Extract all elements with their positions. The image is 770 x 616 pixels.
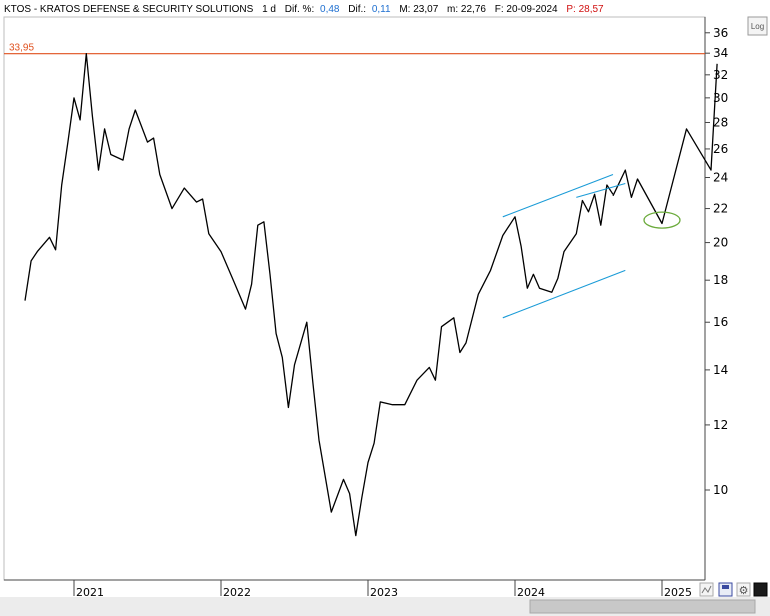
save-icon-glyph [722, 585, 729, 589]
y-tick-label: 18 [713, 273, 728, 287]
y-tick-label: 14 [713, 363, 728, 377]
y-tick-label: 16 [713, 315, 728, 329]
dif-label: Dif.: [348, 4, 366, 15]
y-tick-label: 32 [713, 68, 728, 82]
dif-pct-label: Dif. %: [285, 4, 314, 15]
log-button-label: Log [751, 22, 764, 31]
y-tick-label: 26 [713, 142, 728, 156]
y-tick-label: 22 [713, 202, 728, 216]
save-icon-frame[interactable] [718, 582, 733, 597]
y-tick-label: 20 [713, 236, 728, 250]
y-tick-label: 12 [713, 418, 728, 432]
close-icon-frame[interactable] [753, 582, 768, 597]
max-value: M: 23,07 [399, 4, 438, 15]
period: 1 d [262, 4, 276, 15]
resistance-label: 33,95 [9, 43, 34, 54]
scrollbar-thumb[interactable] [529, 599, 756, 614]
dif-value: 0,11 [372, 4, 391, 15]
price-value: P: 28,57 [566, 4, 604, 15]
symbol-name: KTOS - KRATOS DEFENSE & SECURITY SOLUTIO… [4, 4, 254, 15]
y-tick-label: 28 [713, 115, 728, 129]
chart-type-icon[interactable] [699, 582, 714, 597]
y-tick-label: 10 [713, 483, 728, 497]
y-axis: 3634323028262422201816141210 [705, 26, 728, 497]
y-tick-label: 36 [713, 26, 728, 40]
log-scale-button[interactable]: Log [747, 16, 768, 36]
settings-icon-glyph: ⚙ [739, 585, 749, 597]
y-tick-label: 24 [713, 171, 728, 185]
y-tick-label: 34 [713, 46, 728, 60]
date-value: F: 20-09-2024 [495, 4, 558, 15]
close-icon[interactable] [753, 582, 768, 597]
plot-area [3, 16, 706, 581]
x-axis: 2021 2022 2023 2024 2025 [73, 580, 692, 599]
chart-header: KTOS - KRATOS DEFENSE & SECURITY SOLUTIO… [4, 4, 604, 15]
dif-pct-value: 0,48 [320, 4, 340, 15]
save-icon[interactable] [718, 582, 733, 597]
settings-icon[interactable]: ⚙ [736, 582, 751, 597]
min-value: m: 22,76 [447, 4, 486, 15]
chart-window: 36 34 32 30 28 26 24 22 20 18 16 14 12 10 2021 2022 202… [0, 0, 770, 616]
price-chart: 3634323028262422201816141210 2021 2022 202… [0, 4, 770, 616]
